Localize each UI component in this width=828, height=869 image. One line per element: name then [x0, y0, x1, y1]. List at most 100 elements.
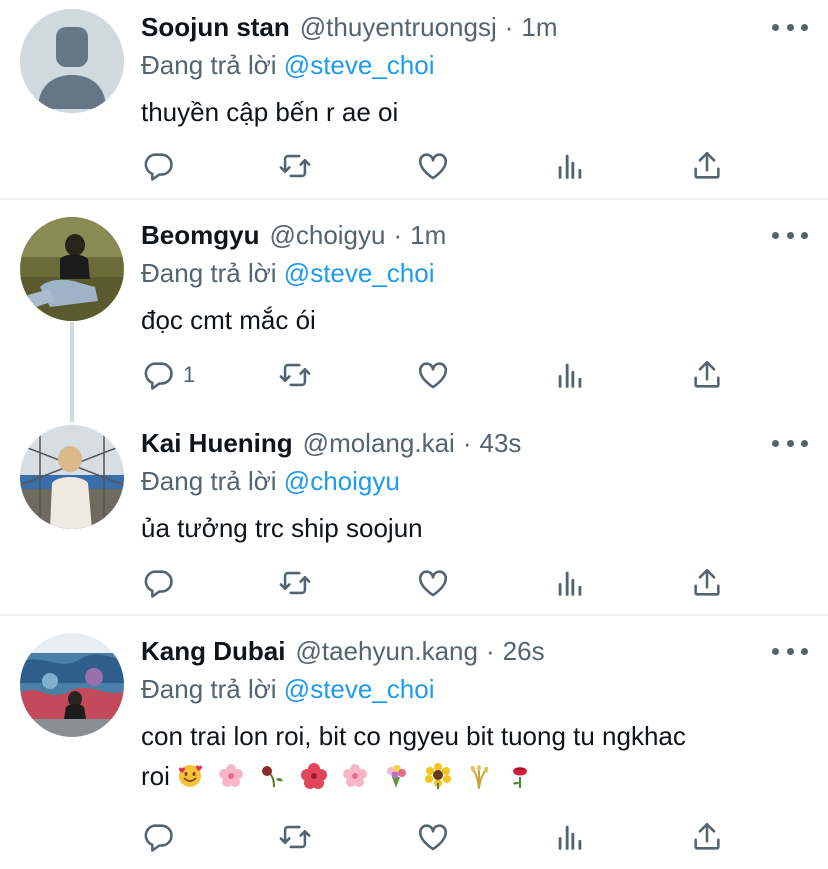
reply-icon	[144, 153, 173, 181]
hibiscus-icon	[300, 763, 327, 789]
user-handle[interactable]: @choigyu	[269, 220, 385, 251]
like-button[interactable]	[416, 817, 450, 857]
sunflower-icon	[424, 763, 451, 789]
action-bar: 1	[141, 355, 741, 395]
display-name[interactable]: Soojun stan	[141, 12, 290, 43]
action-bar	[141, 817, 741, 857]
retweet-button[interactable]	[278, 355, 312, 395]
retweet-button[interactable]	[278, 817, 312, 857]
tweet-4[interactable]: Kang Dubai @taehyun.kang · 26s Đang trả …	[0, 624, 828, 869]
user-handle[interactable]: @taehyun.kang	[295, 636, 478, 667]
tweet-text: con trai lon roi, bit co ngyeu bit tuong…	[141, 716, 808, 796]
replying-to: Đang trả lời @choigyu	[141, 466, 808, 496]
analytics-button[interactable]	[553, 355, 587, 395]
action-bar	[141, 563, 741, 603]
cherry-blossom-icon	[219, 764, 244, 787]
mention-link[interactable]: @choigyu	[284, 466, 400, 496]
reply-count: 1	[183, 362, 196, 387]
more-options-icon[interactable]	[772, 223, 808, 247]
mention-link[interactable]: @steve_choi	[284, 258, 435, 288]
separator-dot: ·	[504, 11, 514, 42]
display-name[interactable]: Kai Huening	[141, 428, 293, 459]
default-avatar-icon	[20, 9, 124, 113]
replying-to-label: Đang trả lời	[141, 674, 277, 704]
replying-to: Đang trả lời @steve_choi	[141, 674, 808, 704]
analytics-button[interactable]	[553, 563, 587, 603]
tweet-text-line: roi	[141, 756, 808, 796]
divider	[0, 198, 828, 200]
share-button[interactable]	[690, 146, 724, 186]
tweet-text: thuyền cập bến r ae oi	[141, 97, 399, 127]
photo-avatar	[20, 633, 124, 737]
retweet-button[interactable]	[278, 563, 312, 603]
avatar[interactable]	[20, 633, 124, 737]
analytics-icon	[558, 154, 582, 179]
tweet-2[interactable]: Beomgyu @choigyu · 1m Đang trả lời @stev…	[0, 208, 828, 406]
retweet-icon	[279, 825, 311, 849]
replying-to: Đang trả lời @steve_choi	[141, 258, 808, 288]
analytics-button[interactable]	[553, 817, 587, 857]
reply-button[interactable]	[141, 146, 175, 186]
user-handle[interactable]: @molang.kai	[303, 428, 455, 459]
action-bar	[141, 146, 741, 186]
share-button[interactable]	[690, 817, 724, 857]
timestamp[interactable]: 26s	[503, 636, 545, 667]
like-button[interactable]	[416, 146, 450, 186]
replying-to: Đang trả lời @steve_choi	[141, 50, 808, 80]
share-button[interactable]	[690, 563, 724, 603]
display-name[interactable]: Kang Dubai	[141, 636, 285, 667]
divider	[0, 614, 828, 616]
avatar[interactable]	[20, 217, 124, 321]
reply-button[interactable]: 1	[141, 355, 195, 395]
bouquet-icon	[387, 765, 407, 788]
avatar[interactable]	[20, 9, 124, 113]
like-icon	[418, 362, 448, 389]
tweet-text-line: con trai lon roi, bit co ngyeu bit tuong…	[141, 721, 686, 751]
reply-icon	[144, 362, 173, 390]
analytics-icon	[558, 571, 582, 596]
mention-link[interactable]: @steve_choi	[284, 674, 435, 704]
timestamp[interactable]: 43s	[479, 428, 521, 459]
replying-to-label: Đang trả lời	[141, 466, 277, 496]
retweet-icon	[279, 154, 311, 178]
like-icon	[418, 153, 448, 180]
share-icon	[694, 568, 720, 596]
replying-to-label: Đang trả lời	[141, 50, 277, 80]
rose-icon	[513, 767, 528, 788]
photo-avatar	[20, 217, 124, 321]
retweet-button[interactable]	[278, 146, 312, 186]
separator-dot: ·	[485, 635, 495, 666]
replying-to-label: Đang trả lời	[141, 258, 277, 288]
like-icon	[418, 570, 448, 597]
more-options-icon[interactable]	[772, 15, 808, 39]
share-icon	[694, 360, 720, 388]
cherry-blossom-icon	[343, 764, 368, 787]
like-button[interactable]	[416, 355, 450, 395]
more-options-icon[interactable]	[772, 431, 808, 455]
mention-link[interactable]: @steve_choi	[284, 50, 435, 80]
share-button[interactable]	[690, 355, 724, 395]
tweet-3[interactable]: Kai Huening @molang.kai · 43s Đang trả l…	[0, 416, 828, 614]
tweet-text: đọc cmt mắc ói	[141, 305, 316, 335]
more-options-icon[interactable]	[772, 639, 808, 663]
photo-avatar	[20, 425, 124, 529]
tweet-text: ủa tưởng trc ship soojun	[141, 513, 423, 543]
avatar[interactable]	[20, 425, 124, 529]
reply-button[interactable]	[141, 817, 175, 857]
separator-dot: ·	[462, 427, 472, 458]
sheaf-of-rice-icon	[470, 765, 488, 789]
share-icon	[694, 822, 720, 850]
reply-button[interactable]	[141, 563, 175, 603]
share-icon	[694, 151, 720, 179]
timestamp[interactable]: 1m	[521, 12, 557, 43]
user-handle[interactable]: @thuyentruongsj	[300, 12, 497, 43]
display-name[interactable]: Beomgyu	[141, 220, 259, 251]
analytics-button[interactable]	[553, 146, 587, 186]
like-button[interactable]	[416, 563, 450, 603]
timestamp[interactable]: 1m	[410, 220, 446, 251]
retweet-icon	[279, 363, 311, 387]
analytics-icon	[558, 363, 582, 388]
reply-icon	[144, 570, 173, 598]
tweet-1[interactable]: Soojun stan @thuyentruongsj · 1m Đang tr…	[0, 0, 828, 198]
wilted-flower-icon	[261, 766, 283, 788]
